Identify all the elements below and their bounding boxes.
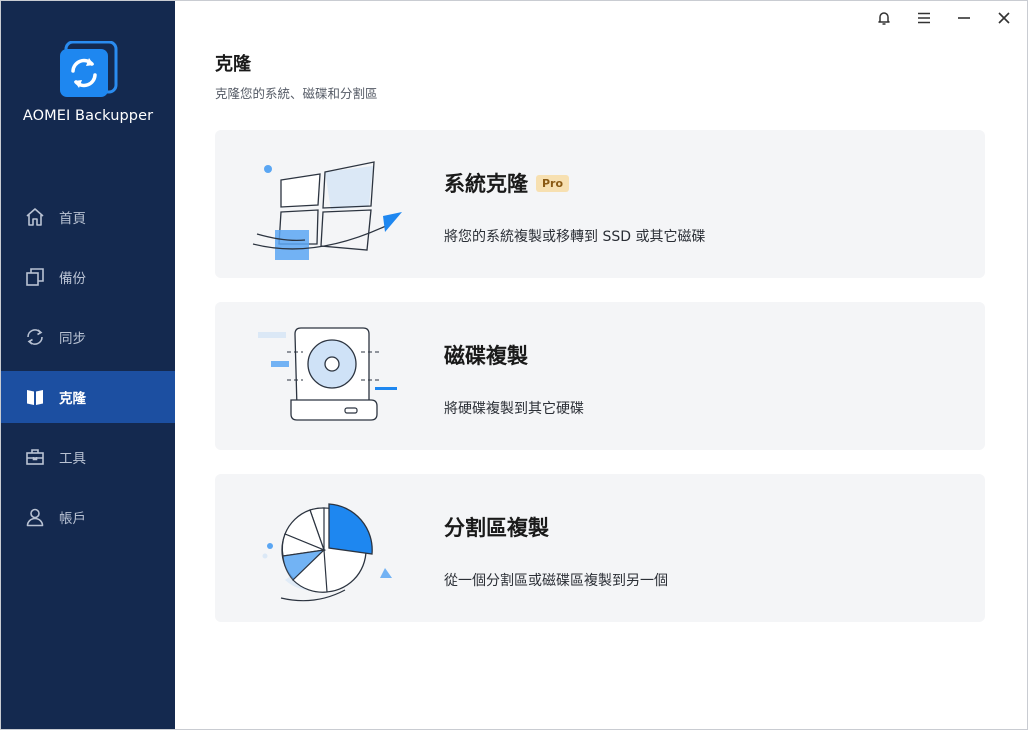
sync-icon	[24, 326, 46, 348]
user-icon	[24, 506, 46, 528]
system-clone-desc: 將您的系統複製或移轉到 SSD 或其它磁碟	[444, 229, 706, 245]
partition-clone-title: 分割區複製	[444, 512, 549, 542]
minimize-icon	[956, 10, 972, 30]
partition-clone-desc: 從一個分割區或磁碟區複製到另一個	[444, 573, 668, 589]
backup-icon	[24, 266, 46, 288]
close-button[interactable]	[992, 8, 1016, 32]
minimize-button[interactable]	[952, 8, 976, 32]
app-logo-icon	[60, 40, 118, 99]
system-clone-illustration	[245, 150, 405, 262]
disk-clone-desc: 將硬碟複製到其它硬碟	[444, 401, 584, 417]
bell-icon	[876, 10, 892, 30]
partition-clone-card[interactable]: 分割區複製 從一個分割區或磁碟區複製到另一個	[215, 474, 985, 622]
disk-clone-card[interactable]: 磁碟複製 將硬碟複製到其它硬碟	[215, 302, 985, 450]
toolbox-icon	[24, 446, 46, 468]
app-name: AOMEI Backupper	[22, 108, 154, 124]
sidebar-item-label: 首頁	[59, 211, 86, 227]
disk-clone-title: 磁碟複製	[444, 340, 528, 370]
sidebar-item-label: 工具	[59, 451, 86, 467]
close-icon	[996, 10, 1012, 30]
page-title: 克隆	[215, 54, 251, 75]
clone-icon	[24, 386, 46, 408]
disk-clone-illustration	[245, 322, 405, 432]
menu-icon	[916, 10, 932, 30]
sidebar-item-tools[interactable]: 工具	[1, 431, 175, 483]
menu-button[interactable]	[912, 8, 936, 32]
home-icon	[24, 206, 46, 228]
sidebar-item-label: 帳戶	[59, 511, 86, 527]
pro-badge: Pro	[536, 174, 570, 192]
card-title-text: 磁碟複製	[444, 344, 528, 368]
sidebar-item-label: 同步	[59, 331, 86, 347]
sidebar-item-sync[interactable]: 同步	[1, 311, 175, 363]
sidebar-item-label: 備份	[59, 271, 86, 287]
system-clone-title: 系統克隆 Pro	[444, 168, 570, 198]
system-clone-card[interactable]: 系統克隆 Pro 將您的系統複製或移轉到 SSD 或其它磁碟	[215, 130, 985, 278]
sidebar-item-label: 克隆	[59, 391, 86, 407]
card-title-text: 分割區複製	[444, 516, 549, 540]
card-title-text: 系統克隆	[444, 172, 528, 196]
sidebar-item-backup[interactable]: 備份	[1, 251, 175, 303]
notification-button[interactable]	[872, 8, 896, 32]
sidebar: AOMEI Backupper 首頁 備份 同步 克隆 工具 帳戶	[1, 1, 175, 729]
sidebar-nav: 首頁 備份 同步 克隆 工具 帳戶	[1, 191, 175, 551]
partition-clone-illustration	[245, 494, 405, 604]
sidebar-item-clone[interactable]: 克隆	[1, 371, 175, 423]
sidebar-item-home[interactable]: 首頁	[1, 191, 175, 243]
page-subtitle: 克隆您的系統、磁碟和分割區	[215, 86, 378, 101]
sidebar-item-account[interactable]: 帳戶	[1, 491, 175, 543]
